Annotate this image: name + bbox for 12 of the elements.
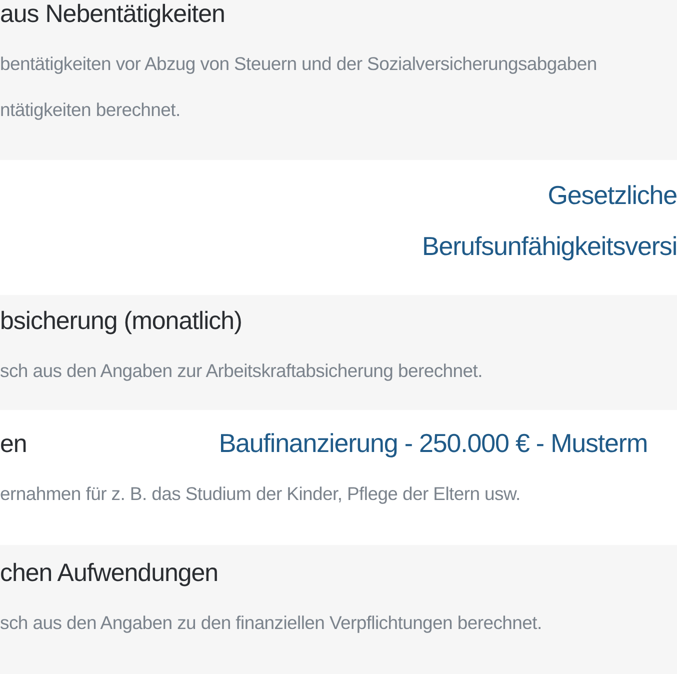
description-text: ntätigkeiten berechnet. [0, 98, 182, 122]
section-title: bsicherung (monatlich) [0, 307, 242, 336]
link[interactable]: Berufsunfähigkeitsversi [422, 231, 677, 262]
description-text: ernahmen für z. B. das Studium der Kinder, Pflege der Eltern usw. [0, 482, 522, 506]
section-title: chen Aufwendungen [0, 559, 218, 588]
description-text: bentätigkeiten vor Abzug von Steuern und der Sozialversicherungsabgaben [0, 52, 598, 76]
description-text: sch aus den Angaben zu den finanziellen Verpflichtungen berechnet. [0, 611, 543, 635]
section-title: aus Nebentätigkeiten [0, 0, 225, 29]
section-title: en [0, 430, 27, 459]
link[interactable]: Baufinanzierung - 250.000 € - Musterm [218, 428, 648, 459]
link[interactable]: Gesetzliche [548, 180, 677, 211]
description-text: sch aus den Angaben zur Arbeitskraftabsicherung berechnet. [0, 359, 484, 383]
